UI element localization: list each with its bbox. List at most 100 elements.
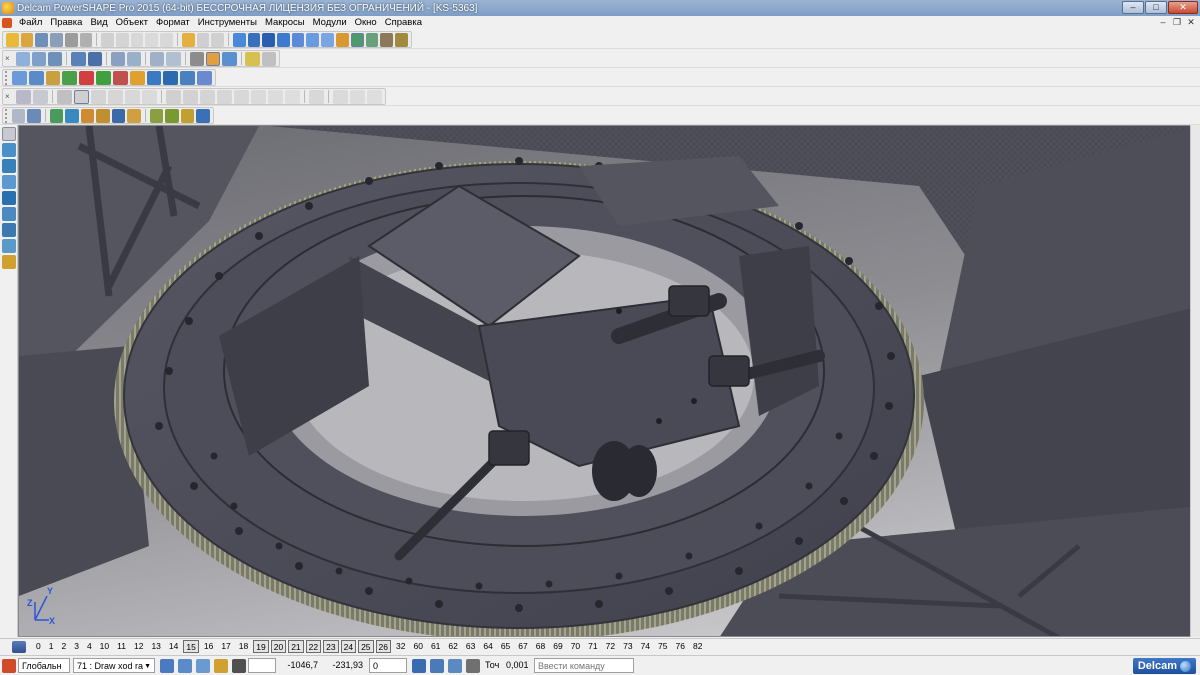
level-item[interactable]: 76 <box>672 640 689 653</box>
print-icon[interactable] <box>64 32 78 47</box>
level-item[interactable]: 74 <box>637 640 654 653</box>
powershape-app-icon[interactable] <box>2 2 14 14</box>
principal-plane-icon[interactable] <box>196 658 210 673</box>
coordinate-type-icon[interactable] <box>430 658 444 673</box>
snap-icon[interactable] <box>214 658 228 673</box>
save-as-icon[interactable] <box>50 32 63 47</box>
import-icon[interactable] <box>79 32 93 47</box>
level-item[interactable]: 82 <box>689 640 706 653</box>
menu-modules[interactable]: Модули <box>309 16 351 30</box>
edit-move-icon[interactable] <box>57 89 72 104</box>
close-toolbar-icon[interactable]: × <box>5 52 13 66</box>
workplane-select[interactable]: Глобальн ▼ <box>18 658 70 673</box>
edit-chamfer-icon[interactable] <box>200 89 215 104</box>
menu-edit[interactable]: Правка <box>46 16 86 30</box>
view-iso2-icon[interactable] <box>87 51 102 66</box>
level-item[interactable]: 71 <box>584 640 601 653</box>
solid-xs-icon[interactable] <box>27 108 41 123</box>
level-item[interactable]: 64 <box>479 640 496 653</box>
zoom-in-icon[interactable] <box>110 51 126 66</box>
edit-mirror-icon[interactable] <box>108 89 123 104</box>
edit-select-icon[interactable] <box>16 89 31 104</box>
solid-cut-icon[interactable] <box>111 108 126 123</box>
solid-tool-icon[interactable] <box>2 191 16 205</box>
curve-tool-icon[interactable] <box>2 159 16 173</box>
wireframe-icon[interactable] <box>189 51 204 66</box>
curve-icon[interactable] <box>291 32 305 47</box>
menu-help[interactable]: Справка <box>381 16 426 30</box>
close-button[interactable]: ✕ <box>1168 1 1198 14</box>
edit-project-icon[interactable] <box>285 89 300 104</box>
level-item[interactable]: 4 <box>83 640 96 653</box>
axes-icon[interactable] <box>160 658 174 673</box>
edit-join-icon[interactable] <box>251 89 266 104</box>
edit-pointer-icon[interactable] <box>33 89 48 104</box>
level-item[interactable]: 69 <box>549 640 566 653</box>
assembly-icon[interactable] <box>380 32 394 47</box>
level-item[interactable]: 65 <box>497 640 514 653</box>
edit-fillet-icon[interactable] <box>183 89 198 104</box>
level-item[interactable]: 75 <box>654 640 671 653</box>
model-icon[interactable] <box>11 70 27 85</box>
level-select[interactable]: 71 : Draw xod ra ▼ <box>73 658 155 673</box>
level-item[interactable]: 20 <box>270 640 287 653</box>
delcam-brand[interactable]: Delcam <box>1132 658 1196 674</box>
solid-icon[interactable] <box>350 32 364 47</box>
command-input[interactable] <box>534 658 634 673</box>
toolbar-grip[interactable] <box>5 70 9 85</box>
wireframe-tool-icon[interactable] <box>2 143 16 157</box>
drawing-icon[interactable] <box>28 70 44 85</box>
solid-boss-icon[interactable] <box>96 108 110 123</box>
level-item[interactable]: 10 <box>96 640 113 653</box>
redo-icon[interactable] <box>196 32 210 47</box>
transform-icon[interactable] <box>180 70 196 85</box>
open-file-icon[interactable] <box>20 32 34 47</box>
edit-offset-icon[interactable] <box>142 89 157 104</box>
level-item[interactable]: 0 <box>32 640 45 653</box>
edit-stitch-icon[interactable] <box>367 89 382 104</box>
view-iso-icon[interactable] <box>71 51 86 66</box>
measure-icon[interactable] <box>247 32 261 47</box>
tools-icon[interactable] <box>395 32 408 47</box>
edit-trim-icon[interactable] <box>217 89 232 104</box>
level-item[interactable]: 18 <box>235 640 252 653</box>
component-tool-icon[interactable] <box>2 207 16 221</box>
undo-icon[interactable] <box>181 32 195 47</box>
level-item[interactable]: 62 <box>444 640 461 653</box>
text-icon[interactable] <box>306 32 320 47</box>
viewport-scrollbar[interactable] <box>1190 125 1200 637</box>
level-item[interactable]: 12 <box>130 640 147 653</box>
arrow-icon[interactable] <box>112 70 128 85</box>
doc-restore-button[interactable]: ❐ <box>1171 17 1183 28</box>
level-item[interactable]: 23 <box>323 640 339 653</box>
level-item[interactable]: 61 <box>427 640 444 653</box>
level-item[interactable]: 16 <box>200 640 217 653</box>
menu-view[interactable]: Вид <box>86 16 111 30</box>
delete-icon[interactable] <box>160 32 173 47</box>
coordinate-mode-icon[interactable] <box>412 658 426 673</box>
surface-tool-icon[interactable] <box>2 175 16 189</box>
level-item[interactable]: 63 <box>462 640 479 653</box>
coord-z[interactable]: 0 <box>369 658 407 673</box>
level-item[interactable]: 21 <box>288 640 304 653</box>
level-item[interactable]: 17 <box>217 640 234 653</box>
block-icon[interactable] <box>129 70 145 85</box>
menu-macros[interactable]: Макросы <box>261 16 309 30</box>
level-item[interactable]: 15 <box>183 640 199 653</box>
shaded-icon[interactable] <box>205 51 221 66</box>
cut-icon[interactable] <box>101 32 114 47</box>
level-item[interactable]: 22 <box>305 640 322 653</box>
zoom-window-icon[interactable] <box>150 51 165 66</box>
close-toolbar-icon[interactable]: × <box>5 90 13 104</box>
copy-object-icon[interactable] <box>197 70 212 85</box>
line-icon[interactable] <box>262 32 276 47</box>
electrode-tool-icon[interactable] <box>2 255 16 269</box>
zoom-out-icon[interactable] <box>127 51 142 66</box>
grid-icon[interactable] <box>232 658 246 673</box>
level-item[interactable]: 26 <box>375 640 391 653</box>
solid-draft-icon[interactable] <box>180 108 195 123</box>
solid-revolve-icon[interactable] <box>65 108 79 123</box>
menu-file[interactable]: Файл <box>15 16 46 30</box>
menu-tools[interactable]: Инструменты <box>194 16 261 30</box>
shelling-icon[interactable] <box>146 70 162 85</box>
